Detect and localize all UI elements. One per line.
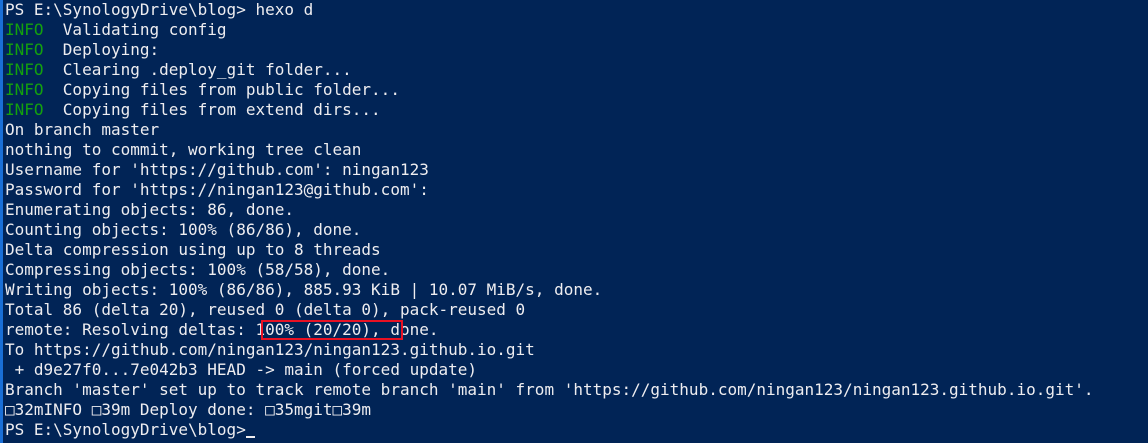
info-label: INFO xyxy=(5,40,44,59)
info-line-copying-public: INFO Copying files from public folder... xyxy=(5,80,1148,100)
output-line: Delta compression using up to 8 threads xyxy=(5,240,381,259)
info-line-validating: INFO Validating config xyxy=(5,20,1148,40)
info-message: Copying files from public folder... xyxy=(43,80,400,99)
prompt-command-line: PS E:\SynologyDrive\blog> hexo d xyxy=(5,0,314,19)
info-message: Clearing .deploy_git folder... xyxy=(43,60,352,79)
output-line: nothing to commit, working tree clean xyxy=(5,140,362,159)
prompt-text: PS E:\SynologyDrive\blog> xyxy=(5,420,246,439)
output-line-deploy-done: □32mINFO □39m Deploy done: □35mgit□39m xyxy=(5,400,372,419)
info-line-deploying: INFO Deploying: xyxy=(5,40,1148,60)
output-line: + d9e27f0...7e042b3 HEAD -> main (forced… xyxy=(5,360,478,379)
info-label: INFO xyxy=(5,60,44,79)
powershell-terminal[interactable]: PS E:\SynologyDrive\blog> hexo d INFO Va… xyxy=(0,0,1148,443)
info-line-copying-extend: INFO Copying files from extend dirs... xyxy=(5,100,1148,120)
info-message: Deploying: xyxy=(43,40,160,59)
output-line: Total 86 (delta 20), reused 0 (delta 0),… xyxy=(5,300,526,319)
output-line: Enumerating objects: 86, done. xyxy=(5,200,294,219)
cursor xyxy=(245,436,255,438)
output-line: Password for 'https://ningan123@github.c… xyxy=(5,180,429,199)
info-label: INFO xyxy=(5,80,44,99)
prompt-line[interactable]: PS E:\SynologyDrive\blog> xyxy=(5,420,1148,440)
info-line-clearing: INFO Clearing .deploy_git folder... xyxy=(5,60,1148,80)
output-line: Compressing objects: 100% (58/58), done. xyxy=(5,260,391,279)
info-message: Validating config xyxy=(43,20,227,39)
output-line: On branch master xyxy=(5,120,160,139)
output-line: Branch 'master' set up to track remote b… xyxy=(5,380,1094,399)
output-line: Writing objects: 100% (86/86), 885.93 Ki… xyxy=(5,280,603,299)
output-line: To https://github.com/ningan123/ningan12… xyxy=(5,340,535,359)
info-message: Copying files from extend dirs... xyxy=(43,100,381,119)
output-line: Username for 'https://github.com': ninga… xyxy=(5,160,429,179)
output-line: Counting objects: 100% (86/86), done. xyxy=(5,220,362,239)
output-line-resolving-deltas: remote: Resolving deltas: 100% (20/20), … xyxy=(5,320,439,339)
info-label: INFO xyxy=(5,20,44,39)
info-label: INFO xyxy=(5,100,44,119)
